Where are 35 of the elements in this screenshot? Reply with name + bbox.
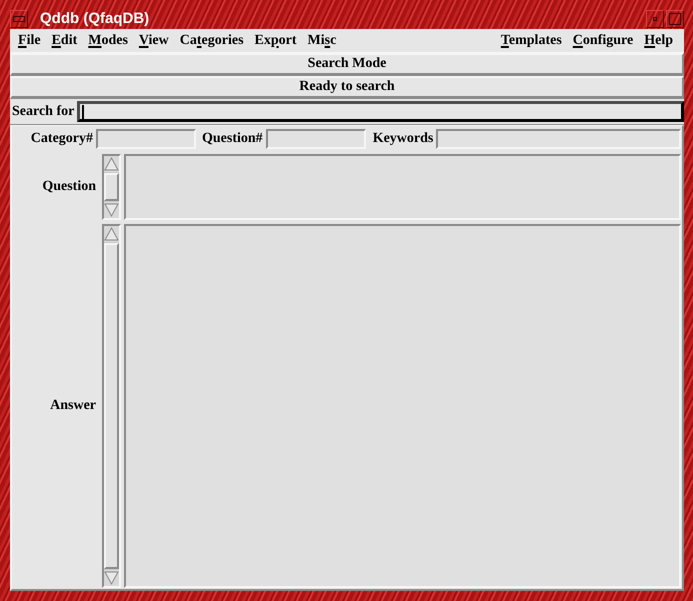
field-label: Question# <box>201 131 264 147</box>
menu-item[interactable]: Configure <box>568 32 638 50</box>
pane-label: Answer <box>49 397 97 415</box>
menu-item[interactable]: Modes <box>84 32 132 50</box>
search-field[interactable] <box>77 101 684 122</box>
window-menu-button[interactable] <box>10 10 28 28</box>
text-area[interactable] <box>124 154 681 220</box>
pane-label: Question <box>41 178 97 196</box>
text-field[interactable] <box>266 129 366 149</box>
menu-item[interactable]: View <box>134 32 173 50</box>
mode-label: Search Mode <box>10 53 684 76</box>
menu-item[interactable]: Help <box>640 32 677 50</box>
text-field[interactable] <box>96 129 196 149</box>
menu-item[interactable]: Templates <box>496 32 566 50</box>
scroll-down-arrow-icon[interactable] <box>104 570 119 586</box>
menu-item[interactable]: Misc <box>304 32 340 50</box>
scroll-up-arrow-icon[interactable] <box>104 226 119 242</box>
scroll-up-arrow-icon[interactable] <box>104 156 119 172</box>
field-label: Category# <box>30 131 94 147</box>
minimize-icon <box>653 16 657 20</box>
scroll-down-arrow-icon[interactable] <box>104 202 119 218</box>
text-field[interactable] <box>436 129 681 149</box>
menu-item[interactable]: Edit <box>48 32 82 50</box>
menu-item[interactable]: Export <box>250 32 301 50</box>
search-label: Search for <box>11 104 76 120</box>
minimize-button[interactable] <box>646 10 664 28</box>
scrollbar[interactable] <box>102 224 121 588</box>
menu-item[interactable]: File <box>14 32 45 50</box>
maximize-button[interactable] <box>666 10 684 28</box>
bar-icon <box>13 16 25 22</box>
scrollbar[interactable] <box>102 154 121 220</box>
maximize-icon <box>669 12 681 24</box>
field-label: Keywords <box>372 131 434 147</box>
menu-item[interactable]: Categories <box>176 32 248 50</box>
window-title: Qddb (QfaqDB) <box>40 10 150 27</box>
